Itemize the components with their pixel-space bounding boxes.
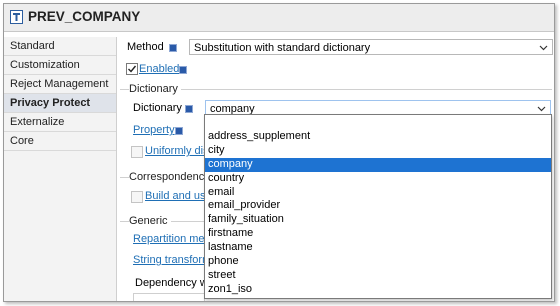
title-bar: PREV_COMPANY: [4, 4, 554, 32]
build-checkbox[interactable]: [131, 191, 143, 203]
sidebar-item-reject-management[interactable]: Reject Management: [4, 75, 116, 94]
dropdown-option[interactable]: street: [205, 269, 551, 283]
info-icon: [175, 127, 183, 135]
dependency-label: Dependency wit: [135, 277, 214, 289]
dropdown-option[interactable]: email: [205, 186, 551, 200]
method-select-value: Substitution with standard dictionary: [194, 42, 371, 54]
sidebar-item-core[interactable]: Core: [4, 132, 116, 151]
dropdown-option[interactable]: email_provider: [205, 199, 551, 213]
group-border: [120, 89, 552, 90]
dropdown-option-selected[interactable]: company: [205, 157, 551, 172]
build-and-use-label[interactable]: Build and use: [145, 190, 212, 202]
sidebar-item-customization[interactable]: Customization: [4, 56, 116, 75]
method-select[interactable]: Substitution with standard dictionary: [189, 39, 553, 55]
dropdown-option[interactable]: address_supplement: [205, 130, 551, 144]
dictionary-group-title: Dictionary: [129, 83, 181, 95]
text-field-icon: [10, 10, 23, 24]
check-icon: [128, 65, 137, 73]
dictionary-label: Dictionary: [133, 102, 182, 114]
dropdown-option[interactable]: firstname: [205, 227, 551, 241]
dictionary-dropdown-list: address_supplement city company country …: [204, 114, 552, 299]
string-transform-link[interactable]: String transform: [133, 254, 211, 266]
sidebar: Standard Customization Reject Management…: [4, 37, 117, 301]
info-icon: [185, 105, 193, 113]
enabled-label[interactable]: Enabled: [139, 63, 179, 75]
method-label: Method: [127, 41, 164, 53]
properties-window: PREV_COMPANY Standard Customization Reje…: [3, 3, 555, 302]
info-icon: [169, 44, 177, 52]
dropdown-option[interactable]: zon1_iso: [205, 283, 551, 297]
info-icon: [179, 66, 187, 74]
dropdown-spacer: [205, 115, 551, 130]
dropdown-option[interactable]: country: [205, 172, 551, 186]
sidebar-item-externalize[interactable]: Externalize: [4, 113, 116, 132]
window-title: PREV_COMPANY: [28, 9, 141, 24]
dependency-field[interactable]: [133, 293, 205, 301]
enabled-checkbox[interactable]: [126, 63, 138, 75]
sidebar-item-standard[interactable]: Standard: [4, 37, 116, 56]
sidebar-item-privacy-protect[interactable]: Privacy Protect: [4, 94, 116, 113]
uniformly-label[interactable]: Uniformly dis: [145, 145, 209, 157]
dropdown-option[interactable]: lastname: [205, 241, 551, 255]
dropdown-option[interactable]: city: [205, 144, 551, 158]
correspondence-group-title: Correspondence: [129, 171, 214, 183]
chevron-down-icon: [539, 45, 548, 51]
dropdown-option[interactable]: phone: [205, 255, 551, 269]
repartition-method-link[interactable]: Repartition meth: [133, 233, 214, 245]
generic-group-title: Generic: [129, 215, 171, 227]
dropdown-option[interactable]: family_situation: [205, 213, 551, 227]
chevron-down-icon: [537, 106, 546, 112]
uniformly-checkbox[interactable]: [131, 146, 143, 158]
property-link[interactable]: Property: [133, 124, 175, 136]
